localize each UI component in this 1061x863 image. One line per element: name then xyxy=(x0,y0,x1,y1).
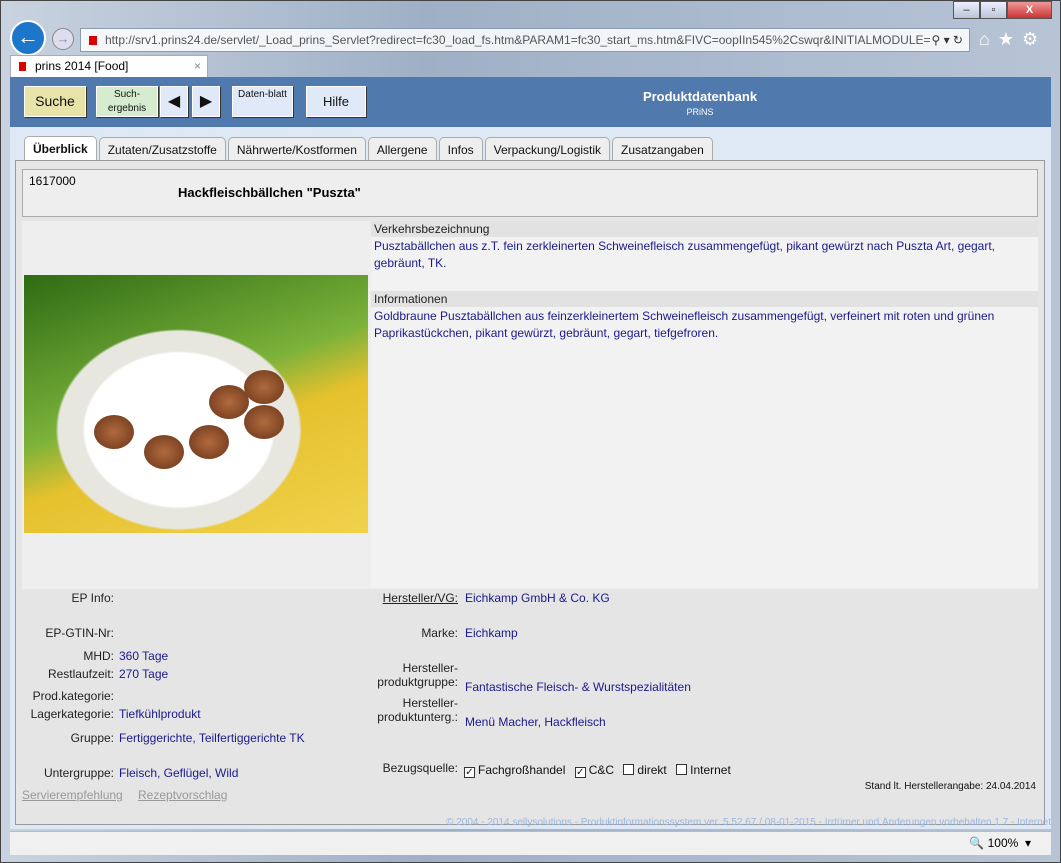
restlaufzeit-value: 270 Tage xyxy=(119,667,169,681)
rezeptvorschlag-link[interactable]: Rezeptvorschlag xyxy=(138,788,227,802)
image-area xyxy=(22,221,371,589)
tab-zusatzangaben[interactable]: Zusatzangaben xyxy=(612,137,713,161)
suche-button[interactable]: Suche xyxy=(24,86,86,117)
servierempfehlung-link[interactable]: Servierempfehlung xyxy=(22,788,123,802)
minimize-button[interactable]: – xyxy=(953,1,980,19)
checkbox-direkt[interactable] xyxy=(623,764,635,775)
back-button[interactable]: ← xyxy=(10,20,46,56)
app-title: Produktdatenbank xyxy=(642,89,758,104)
marke-label: Marke: xyxy=(421,626,458,640)
hilfe-button[interactable]: Hilfe xyxy=(306,86,366,117)
home-icon[interactable]: ⌂ xyxy=(979,29,998,49)
app-header: Suche Such-ergebnis ◀ ▶ Daten-blatt Hilf… xyxy=(10,77,1051,127)
gruppe-value: Fertiggerichte, Teilfertiggerichte TK xyxy=(119,731,305,745)
datenblatt-button[interactable]: Daten-blatt xyxy=(232,86,293,117)
tab-naehrwerte[interactable]: Nährwerte/Kostformen xyxy=(227,137,366,161)
stand-text: Stand lt. Herstellerangabe: 24.04.2014 xyxy=(864,781,1036,792)
checkbox-label: direkt xyxy=(637,763,667,777)
close-window-button[interactable]: X xyxy=(1007,1,1052,19)
product-title-box: 1617000 Hackfleischbällchen "Puszta" xyxy=(22,169,1038,217)
section-text: Pusztabällchen aus z.T. fein zerkleinert… xyxy=(371,237,1038,291)
restlaufzeit-label: Restlaufzeit: xyxy=(47,667,114,681)
window-controls: – ▫ X xyxy=(953,1,1052,19)
bezugsquelle-label: Bezugsquelle: xyxy=(382,761,458,775)
checkbox-cc[interactable]: ✓ xyxy=(574,767,586,778)
tab-ueberblick[interactable]: Überblick xyxy=(24,136,97,160)
hersteller-value: Eichkamp GmbH & Co. KG xyxy=(465,591,610,605)
next-button[interactable]: ▶ xyxy=(192,86,220,117)
tab-allergene[interactable]: Allergene xyxy=(367,137,437,161)
checkbox-internet[interactable] xyxy=(676,764,688,775)
zoom-icon: 🔍 xyxy=(969,836,985,850)
marke-value: Eichkamp xyxy=(465,626,518,640)
gear-icon[interactable]: ⚙ xyxy=(1022,29,1046,49)
product-id: 1617000 xyxy=(29,174,76,188)
ep-info-label: EP Info: xyxy=(71,591,114,605)
checkbox-label: Fachgroßhandel xyxy=(478,763,566,777)
footer-text: © 2004 - 2014 sellysolutions - Produktin… xyxy=(446,817,1051,828)
search-refresh-icon[interactable]: ⚲ ▾ ↻ xyxy=(931,29,963,51)
section-title: Informationen xyxy=(371,291,1038,307)
checkbox-label: C&C xyxy=(588,763,615,777)
page: Suche Such-ergebnis ◀ ▶ Daten-blatt Hilf… xyxy=(10,77,1051,829)
tab-bar: Überblick Zutaten/Zusatzstoffe Nährwerte… xyxy=(24,136,713,161)
product-image xyxy=(24,275,368,533)
herstellerproduktunterg-value: Menü Macher, Hackfleisch xyxy=(465,715,606,729)
tab-zutaten[interactable]: Zutaten/Zusatzstoffe xyxy=(98,137,226,161)
herstellerproduktunterg-label: Hersteller-produktunterg.: xyxy=(377,696,458,724)
browser-tab[interactable]: prins 2014 [Food] × xyxy=(10,55,208,78)
forward-button[interactable]: → xyxy=(52,28,74,50)
tab-favicon xyxy=(19,62,26,71)
section-text: Goldbraune Pusztabällchen aus feinzerkle… xyxy=(371,307,1038,588)
untergruppe-label: Untergruppe: xyxy=(43,766,114,780)
bezugsquelle-checkboxes: ✓ Fachgroßhandel ✓ C&C direkt Internet xyxy=(458,763,731,778)
herstellerproduktgruppe-value: Fantastische Fleisch- & Wurstspezialität… xyxy=(465,680,691,694)
tab-title: prins 2014 [Food] xyxy=(35,59,129,73)
zoom-control[interactable]: 🔍 100% ▾ xyxy=(969,836,1031,850)
tab-verpackung[interactable]: Verpackung/Logistik xyxy=(484,137,611,161)
section-title: Verkehrsbezeichnung xyxy=(371,221,1038,237)
ep-gtin-label: EP-GTIN-Nr: xyxy=(45,626,114,640)
site-icon xyxy=(89,36,97,45)
untergruppe-value: Fleisch, Geflügel, Wild xyxy=(119,766,239,780)
star-icon[interactable]: ★ xyxy=(998,29,1022,49)
herstellerproduktgruppe-label: Hersteller-produktgruppe: xyxy=(377,661,458,689)
close-tab-icon[interactable]: × xyxy=(194,56,201,77)
mhd-label: MHD: xyxy=(83,649,114,663)
description-area: Verkehrsbezeichnung Pusztabällchen aus z… xyxy=(371,221,1038,589)
address-bar[interactable]: http://srv1.prins24.de/servlet/_Load_pri… xyxy=(80,28,970,52)
content-panel: 1617000 Hackfleischbällchen "Puszta" Ver… xyxy=(15,160,1045,825)
lagerkategorie-value: Tiefkühlprodukt xyxy=(119,707,201,721)
product-name: Hackfleischbällchen "Puszta" xyxy=(178,185,361,200)
suchergebnis-button[interactable]: Such-ergebnis xyxy=(96,86,158,117)
app-subtitle: PRiNS xyxy=(686,107,714,117)
maximize-button[interactable]: ▫ xyxy=(980,1,1007,19)
status-bar: 🔍 100% ▾ xyxy=(10,831,1051,855)
zoom-level: 100% xyxy=(987,836,1019,850)
url-text: http://srv1.prins24.de/servlet/_Load_pri… xyxy=(105,33,931,47)
checkbox-fachgrosshandel[interactable]: ✓ xyxy=(464,767,475,778)
gruppe-label: Gruppe: xyxy=(70,731,114,745)
checkbox-label: Internet xyxy=(690,763,731,777)
hersteller-link[interactable]: Hersteller/VG: xyxy=(383,591,458,605)
prodkategorie-label: Prod.kategorie: xyxy=(32,689,114,703)
mhd-value: 360 Tage xyxy=(119,649,169,663)
tab-infos[interactable]: Infos xyxy=(438,137,483,161)
previous-button[interactable]: ◀ xyxy=(160,86,188,117)
lagerkategorie-label: Lagerkategorie: xyxy=(30,707,114,721)
